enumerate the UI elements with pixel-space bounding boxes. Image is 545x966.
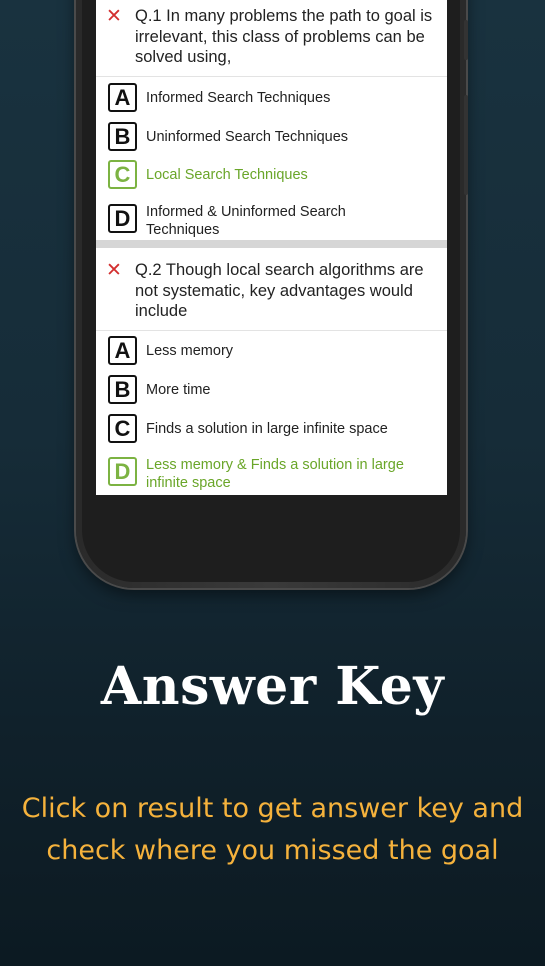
question-1: ✕ Q.1 In many problems the path to goal … <box>96 0 447 77</box>
option-b[interactable]: B Uninformed Search Techniques <box>108 122 443 152</box>
option-letter: B <box>108 375 137 404</box>
question-text: Q.1 In many problems the path to goal is… <box>135 7 433 66</box>
option-a[interactable]: A Less memory <box>108 336 443 366</box>
cross-icon: ✕ <box>106 260 122 281</box>
option-c[interactable]: C Finds a solution in large infinite spa… <box>108 414 443 444</box>
cross-icon: ✕ <box>106 6 122 27</box>
option-letter: D <box>108 204 137 233</box>
question-2: ✕ Q.2 Though local search algorithms are… <box>96 248 447 331</box>
option-letter: C <box>108 160 137 189</box>
option-letter: A <box>108 83 137 112</box>
option-b[interactable]: B More time <box>108 375 443 405</box>
option-a[interactable]: A Informed Search Techniques <box>108 83 443 113</box>
option-text: Local Search Techniques <box>146 166 308 183</box>
question-divider <box>96 240 447 248</box>
option-c-correct[interactable]: C Local Search Techniques <box>108 160 443 190</box>
promo-subtitle: Click on result to get answer key and ch… <box>21 793 524 866</box>
option-text: More time <box>146 381 211 398</box>
option-text: Uninformed Search Techniques <box>146 128 349 145</box>
option-text: Informed Search Techniques <box>146 89 331 106</box>
option-letter: B <box>108 122 137 151</box>
question-text: Q.2 Though local search algorithms are n… <box>135 261 424 320</box>
option-d-correct[interactable]: D Less memory & Finds a solution in larg… <box>108 457 443 491</box>
option-text: Informed & Uninformed Search Techniques <box>146 203 346 239</box>
option-d[interactable]: D Informed & Uninformed Search Technique… <box>108 204 443 238</box>
phone-volume-button <box>464 95 468 195</box>
option-letter: D <box>108 457 137 486</box>
option-letter: A <box>108 336 137 365</box>
option-text: Finds a solution in large infinite space <box>146 420 388 437</box>
option-text: Less memory & Finds a solution in large … <box>146 456 404 492</box>
option-text: Less memory <box>146 342 234 359</box>
phone-power-button <box>464 20 468 60</box>
promo-heading: Answer Key <box>100 656 445 717</box>
option-letter: C <box>108 414 137 443</box>
phone-screen: ✕ Q.1 In many problems the path to goal … <box>96 0 447 495</box>
